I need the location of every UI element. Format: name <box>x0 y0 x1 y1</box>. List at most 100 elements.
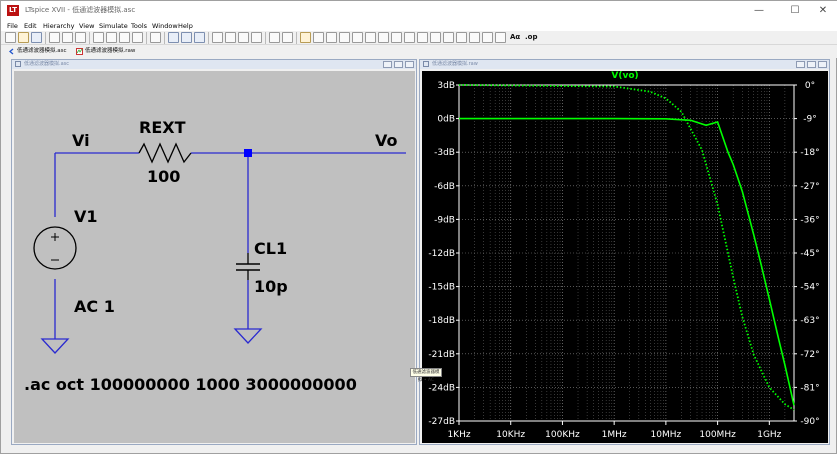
x-tick-label: 10MHz <box>651 430 682 440</box>
y-tick-label-right: -9° <box>803 115 816 125</box>
y-tick-label-left: -3dB <box>434 148 455 158</box>
window-title: LTspice XVII - 低通滤波器模拟.asc <box>25 6 136 14</box>
schematic-minimize-button[interactable] <box>383 61 392 68</box>
document-tabs: 低通滤波器模拟.asc 低通滤波器模拟.raw <box>1 45 837 58</box>
cut-icon[interactable] <box>212 32 223 43</box>
menu-window[interactable]: Window <box>152 22 178 30</box>
capacitor-value[interactable]: 10p <box>254 277 288 296</box>
bode-plot-chart[interactable]: 3dB 0dB -3dB -6dB -9dB -12dB -15dB -18dB -21dB -2… <box>422 71 828 443</box>
resistor-symbol[interactable] <box>138 142 192 164</box>
net-label-vi[interactable]: Vi <box>72 131 90 150</box>
menu-tools[interactable]: Tools <box>131 22 147 30</box>
mirror-icon[interactable] <box>482 32 493 43</box>
open-icon[interactable] <box>18 32 29 43</box>
x-tick-label: 10KHz <box>496 430 525 440</box>
y-tick-label-left: -15dB <box>428 283 455 293</box>
hand-icon[interactable] <box>430 32 441 43</box>
maximize-button[interactable]: ☐ <box>785 4 805 18</box>
waveform-window-icon <box>423 61 429 67</box>
zoom-in-icon[interactable] <box>93 32 104 43</box>
tile-horizontal-icon[interactable] <box>168 32 179 43</box>
ground-symbol[interactable] <box>233 328 263 344</box>
control-panel-icon[interactable] <box>49 32 60 43</box>
tile-vertical-icon[interactable] <box>181 32 192 43</box>
print-icon[interactable] <box>282 32 293 43</box>
copy-icon[interactable] <box>225 32 236 43</box>
autorange-icon[interactable] <box>150 32 161 43</box>
undo-icon[interactable] <box>443 32 454 43</box>
ground-symbol[interactable] <box>40 338 70 354</box>
schematic-maximize-button[interactable] <box>394 61 403 68</box>
resistor-value[interactable]: 100 <box>147 167 180 186</box>
y-tick-label-right: -36° <box>800 215 819 225</box>
tab-label: 低通滤波器模拟.asc <box>17 48 67 54</box>
tab-waveform[interactable]: 低通滤波器模拟.raw <box>73 46 135 57</box>
close-button[interactable]: ✕ <box>813 4 833 18</box>
wire-icon[interactable] <box>300 32 311 43</box>
find-icon[interactable] <box>251 32 262 43</box>
resistor-name[interactable]: REXT <box>139 118 186 137</box>
capacitor-name[interactable]: CL1 <box>254 239 287 258</box>
capacitor-icon[interactable] <box>352 32 363 43</box>
y-tick-label-right: -27° <box>800 182 819 192</box>
y-tick-label-right: -18° <box>800 148 819 158</box>
save-icon[interactable] <box>31 32 42 43</box>
drag-icon[interactable] <box>417 32 428 43</box>
print-setup-icon[interactable] <box>269 32 280 43</box>
menu-file[interactable]: File <box>7 22 18 30</box>
schematic-drawing[interactable]: Vi Vo REXT 100 V1 AC 1 CL1 10p .ac oct 1… <box>14 71 415 443</box>
zoom-fit-icon[interactable] <box>132 32 143 43</box>
resistor-icon[interactable] <box>339 32 350 43</box>
series-phase-line[interactable] <box>458 84 795 411</box>
y-tick-label-left: 3dB <box>437 81 455 91</box>
zoom-out-icon[interactable] <box>119 32 130 43</box>
component-icon[interactable] <box>391 32 402 43</box>
schematic-canvas[interactable]: Vi Vo REXT 100 V1 AC 1 CL1 10p .ac oct 1… <box>14 71 415 443</box>
menu-bar: File Edit Hierarchy View Simulate Tools … <box>1 21 837 31</box>
halt-icon[interactable] <box>75 32 86 43</box>
source-name[interactable]: V1 <box>74 207 98 226</box>
waveform-window-title-text: 低通滤波器模拟.raw <box>432 61 478 67</box>
redo-icon[interactable] <box>456 32 467 43</box>
pan-icon[interactable] <box>106 32 117 43</box>
menu-help[interactable]: Help <box>178 22 193 30</box>
menu-hierarchy[interactable]: Hierarchy <box>43 22 74 30</box>
tab-schematic[interactable]: 低通滤波器模拟.asc <box>5 46 67 57</box>
schematic-file-icon <box>8 48 14 55</box>
y-tick-label-right: 0° <box>805 81 815 91</box>
waveform-maximize-button[interactable] <box>807 61 816 68</box>
source-value[interactable]: AC 1 <box>74 297 115 316</box>
x-tick-label: 1GHz <box>757 430 781 440</box>
series-magnitude-line[interactable] <box>459 117 795 406</box>
menu-edit[interactable]: Edit <box>24 22 37 30</box>
spice-directive[interactable]: .ac oct 100000000 1000 3000000000 <box>24 375 357 394</box>
menu-simulate[interactable]: Simulate <box>99 22 128 30</box>
title-bar: LT LTspice XVII - 低通滤波器模拟.asc — ☐ ✕ <box>1 1 837 21</box>
waveform-plot[interactable]: 3dB 0dB -3dB -6dB -9dB -12dB -15dB -18dB -21dB -2… <box>422 71 828 443</box>
ground-icon[interactable] <box>313 32 324 43</box>
simulation-tooltip: 低通滤波器模拟 • AC <box>410 368 442 383</box>
x-tick-label: 100KHz <box>545 430 580 440</box>
label-net-icon[interactable] <box>326 32 337 43</box>
inductor-icon[interactable] <box>365 32 376 43</box>
y-tick-label-left: -9dB <box>434 215 455 225</box>
waveform-minimize-button[interactable] <box>796 61 805 68</box>
op-directive-button[interactable]: .op <box>525 33 537 41</box>
schematic-close-button[interactable] <box>405 61 414 68</box>
text-icon[interactable] <box>495 32 506 43</box>
net-label-vo[interactable]: Vo <box>375 131 398 150</box>
diode-icon[interactable] <box>378 32 389 43</box>
menu-view[interactable]: View <box>79 22 94 30</box>
cascade-icon[interactable] <box>194 32 205 43</box>
move-icon[interactable] <box>404 32 415 43</box>
schematic-window-title-text: 低通滤波器模拟.asc <box>24 61 70 67</box>
spice-directive-button[interactable]: Aα <box>510 33 520 41</box>
run-icon[interactable] <box>62 32 73 43</box>
paste-icon[interactable] <box>238 32 249 43</box>
new-schematic-icon[interactable] <box>5 32 16 43</box>
minimize-button[interactable]: — <box>749 4 769 18</box>
trace-name-vvo[interactable]: V(vo) <box>611 71 638 81</box>
y-tick-label-right: -54° <box>800 283 819 293</box>
rotate-icon[interactable] <box>469 32 480 43</box>
waveform-close-button[interactable] <box>818 61 827 68</box>
